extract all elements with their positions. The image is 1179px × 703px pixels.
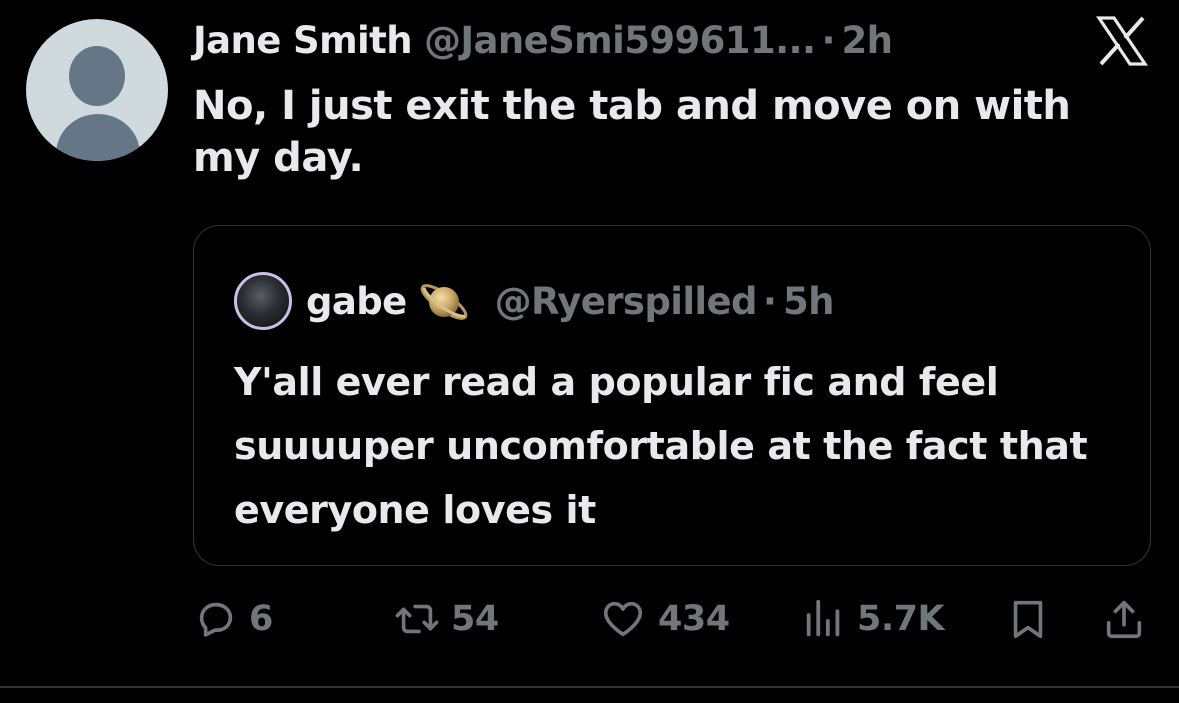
quoted-tweet-header: gabe @Ryerspilled · 5h bbox=[234, 271, 834, 331]
user-handle[interactable]: @JaneSmi599611... bbox=[424, 18, 816, 64]
quoted-avatar[interactable] bbox=[234, 272, 292, 330]
quoted-display-name[interactable]: gabe bbox=[306, 280, 407, 323]
like-button[interactable]: 434 bbox=[598, 592, 730, 646]
separator-dot: · bbox=[821, 19, 836, 62]
avatar-body bbox=[56, 114, 140, 161]
heart-icon bbox=[603, 601, 643, 637]
quoted-separator-dot: · bbox=[762, 279, 777, 323]
repost-button[interactable]: 54 bbox=[393, 592, 499, 646]
views-count: 5.7K bbox=[857, 599, 945, 639]
avatar[interactable] bbox=[26, 19, 168, 161]
avatar-head bbox=[69, 46, 125, 106]
repost-count: 54 bbox=[451, 599, 499, 639]
tweet-text: No, I just exit the tab and move on with… bbox=[193, 83, 1071, 181]
views-icon bbox=[806, 599, 840, 637]
tweet-header: Jane Smith @JaneSmi599611... · 2h bbox=[193, 18, 893, 64]
quoted-timestamp[interactable]: 5h bbox=[783, 280, 834, 323]
bottom-divider bbox=[0, 686, 1179, 688]
display-name[interactable]: Jane Smith bbox=[193, 18, 413, 64]
timestamp[interactable]: 2h bbox=[842, 18, 893, 64]
tweet[interactable]: Jane Smith @JaneSmi599611... · 2h No, I … bbox=[0, 0, 1179, 703]
quoted-tweet[interactable]: gabe @Ryerspilled · 5h Y'all ever read a… bbox=[193, 225, 1151, 566]
quoted-tweet-text: Y'all ever read a popular fic and feel s… bbox=[234, 360, 1088, 532]
quoted-user-handle[interactable]: @Ryerspilled bbox=[495, 280, 758, 323]
bookmark-icon bbox=[1013, 600, 1043, 639]
share-button[interactable] bbox=[1101, 592, 1147, 646]
action-bar: 6 54 434 5.7K bbox=[193, 592, 1153, 646]
repost-icon bbox=[395, 604, 439, 634]
saturn-icon bbox=[420, 284, 467, 320]
x-logo-icon[interactable] bbox=[1096, 16, 1148, 66]
reply-icon bbox=[199, 602, 233, 637]
share-icon bbox=[1106, 600, 1142, 639]
bookmark-button[interactable] bbox=[1005, 592, 1051, 646]
like-count: 434 bbox=[658, 599, 730, 639]
reply-button[interactable]: 6 bbox=[193, 592, 273, 646]
reply-count: 6 bbox=[249, 599, 273, 639]
views-button[interactable]: 5.7K bbox=[801, 592, 945, 646]
